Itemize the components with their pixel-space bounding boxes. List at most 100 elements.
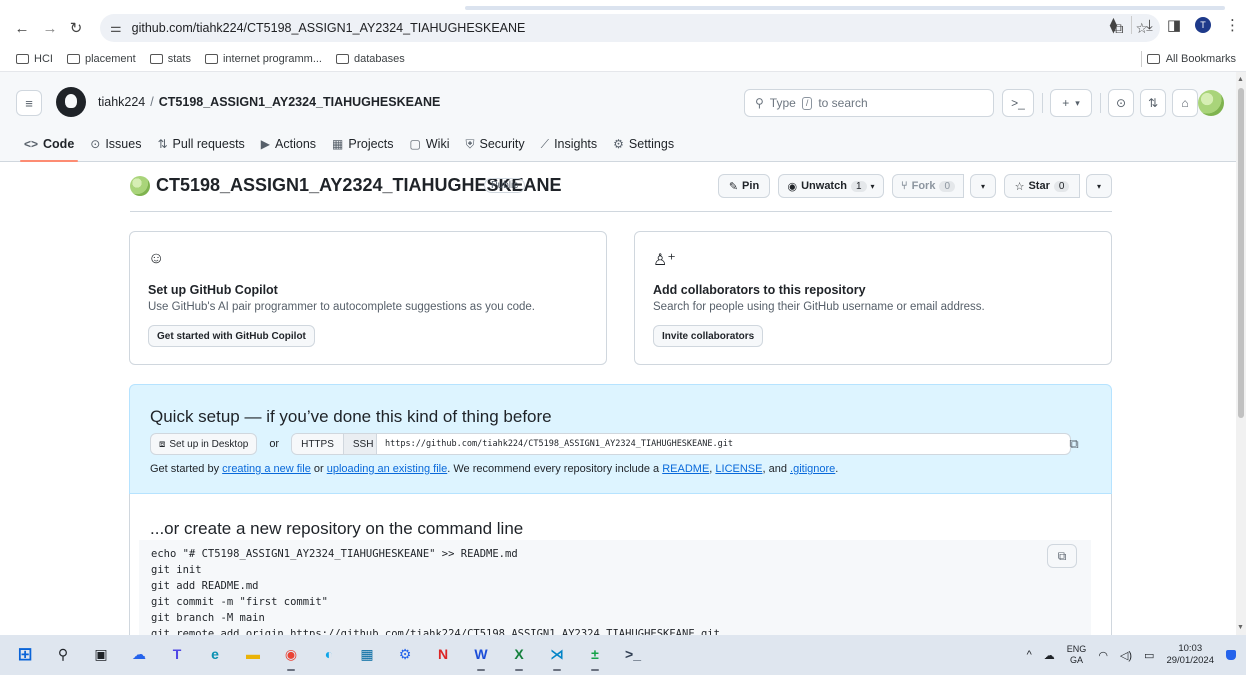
- site-settings-icon[interactable]: ⚌: [110, 20, 122, 36]
- protocol-toggle: HTTPS SSH: [291, 433, 384, 455]
- file-explorer-icon[interactable]: ▬: [240, 641, 266, 667]
- unwatch-button[interactable]: ◉ Unwatch 1 ▾: [778, 174, 884, 198]
- tab-pull-requests[interactable]: ⇅ Pull requests: [149, 128, 252, 160]
- breadcrumb-repo[interactable]: CT5198_ASSIGN1_AY2324_TIAHUGHESKEANE: [159, 95, 441, 109]
- word-icon[interactable]: W: [468, 641, 494, 671]
- https-toggle[interactable]: HTTPS: [292, 434, 343, 454]
- user-avatar[interactable]: [1198, 90, 1224, 116]
- taskbar-clock[interactable]: 10:03 29/01/2024: [1166, 643, 1214, 667]
- browser-actions: ⧫ ⤓ ◨ T ⋮: [1110, 16, 1240, 34]
- control-panel-icon[interactable]: ⚙: [392, 641, 418, 667]
- scroll-down-icon[interactable]: ▼: [1237, 624, 1244, 631]
- scroll-up-icon[interactable]: ▲: [1237, 76, 1244, 83]
- bookmark-hci[interactable]: HCI: [16, 53, 53, 65]
- page-scrollbar[interactable]: ▲ ▼: [1236, 72, 1246, 635]
- breadcrumb-owner[interactable]: tiahk224: [98, 95, 145, 109]
- chrome-icon[interactable]: ◉: [278, 641, 304, 671]
- gitignore-link[interactable]: .gitignore: [790, 463, 835, 475]
- code-line: git remote add origin https://github.com…: [151, 628, 720, 635]
- fork-dropdown[interactable]: ▾: [970, 174, 996, 198]
- address-bar[interactable]: ⚌ github.com/tiahk224/CT5198_ASSIGN1_AY2…: [100, 14, 1160, 42]
- star-count: 0: [1053, 180, 1070, 192]
- github-logo-icon[interactable]: [56, 87, 86, 117]
- license-link[interactable]: LICENSE: [715, 463, 762, 475]
- language-indicator[interactable]: ENG GA: [1067, 644, 1087, 666]
- pull-requests-icon[interactable]: ⇅: [1140, 89, 1166, 117]
- bookmark-label: databases: [354, 52, 405, 65]
- tab-wiki[interactable]: ▢ Wiki: [402, 128, 458, 160]
- bookmark-internet-programming[interactable]: internet programm...: [204, 52, 322, 65]
- readme-link[interactable]: README: [662, 463, 709, 475]
- task-view-icon[interactable]: ▣: [88, 641, 114, 667]
- tray-overflow-icon[interactable]: ^: [1027, 649, 1032, 661]
- tab-settings[interactable]: ⚙ Settings: [605, 128, 682, 160]
- create-new-button[interactable]: + ▾: [1050, 89, 1092, 117]
- bookmark-stats[interactable]: stats: [149, 53, 191, 65]
- bookmark-placement[interactable]: placement: [66, 53, 136, 65]
- copy-code-icon[interactable]: ⧉: [1047, 544, 1077, 568]
- invite-collaborators-button[interactable]: Invite collaborators: [653, 325, 764, 347]
- keyboard-layout: GA: [1070, 655, 1084, 665]
- get-started-copilot-button[interactable]: Get started with GitHub Copilot: [148, 325, 315, 347]
- tab-label: Issues: [105, 137, 142, 151]
- copy-url-icon[interactable]: ⧉: [1060, 432, 1088, 456]
- star-label: Star: [1028, 180, 1050, 192]
- toolbar-divider: [1131, 16, 1133, 34]
- netflix-icon[interactable]: N: [430, 641, 456, 667]
- teams-icon[interactable]: T: [164, 641, 190, 667]
- bookmark-databases[interactable]: databases: [336, 53, 405, 65]
- tab-actions[interactable]: ▶ Actions: [253, 128, 324, 160]
- windows-start-icon[interactable]: ⊞: [12, 641, 38, 667]
- back-arrow-icon[interactable]: ←: [10, 16, 34, 40]
- create-new-file-link[interactable]: creating a new file: [222, 463, 311, 475]
- play-icon: ▶: [260, 137, 271, 151]
- caret-down-icon: ▾: [870, 181, 875, 191]
- edge-browser-icon[interactable]: ◐: [316, 641, 342, 667]
- browser-menu-icon[interactable]: ⋮: [1225, 16, 1240, 34]
- notification-bell-icon[interactable]: [1226, 650, 1236, 660]
- graph-icon: ⟋: [540, 136, 550, 151]
- git-icon[interactable]: ±: [582, 641, 608, 671]
- edge-icon[interactable]: e: [202, 641, 228, 667]
- upload-file-link[interactable]: uploading an existing file: [327, 463, 447, 475]
- wifi-icon[interactable]: ◠: [1098, 649, 1108, 662]
- scrollbar-thumb[interactable]: [1238, 88, 1244, 418]
- code-line: echo "# CT5198_ASSIGN1_AY2324_TIAHUGHESK…: [151, 548, 518, 560]
- tab-security[interactable]: ⛨ Security: [457, 128, 532, 160]
- search-icon[interactable]: ⚲: [50, 641, 76, 667]
- tab-projects[interactable]: ▦ Projects: [324, 128, 402, 160]
- search-input[interactable]: ⚲ Type / to search: [744, 89, 994, 117]
- onedrive-icon[interactable]: ☁: [1044, 649, 1055, 662]
- star-dropdown[interactable]: ▾: [1086, 174, 1112, 198]
- hamburger-menu-icon[interactable]: ≡: [16, 90, 42, 116]
- reload-icon[interactable]: ↻: [64, 16, 88, 40]
- setup-desktop-button[interactable]: ⧈ Set up in Desktop: [150, 433, 258, 455]
- side-panel-icon[interactable]: ◨: [1167, 16, 1181, 34]
- tab-insights[interactable]: ⟋ Insights: [533, 128, 606, 160]
- tab-code[interactable]: <> Code: [16, 128, 82, 162]
- command-palette-icon[interactable]: >_: [1002, 89, 1034, 117]
- weather-widget-icon[interactable]: ☁: [126, 641, 152, 667]
- star-button[interactable]: ☆ Star 0: [1004, 174, 1080, 198]
- extensions-icon[interactable]: ⧫: [1110, 16, 1117, 34]
- tab-issues[interactable]: ⊙ Issues: [82, 128, 149, 160]
- code-line: git branch -M main: [151, 612, 265, 624]
- issues-icon[interactable]: ⊙: [1108, 89, 1134, 117]
- store-icon[interactable]: ▦: [354, 641, 380, 667]
- fork-button[interactable]: ⑂ Fork 0: [892, 174, 964, 198]
- forward-arrow-icon[interactable]: →: [38, 16, 62, 40]
- profile-avatar[interactable]: T: [1195, 17, 1211, 33]
- battery-icon[interactable]: ▭: [1144, 649, 1154, 662]
- all-bookmarks-button[interactable]: All Bookmarks: [1146, 46, 1236, 72]
- folder-icon: [149, 53, 163, 64]
- volume-icon[interactable]: ◁): [1120, 649, 1132, 662]
- clone-url-field[interactable]: https://github.com/tiahk224/CT5198_ASSIG…: [376, 433, 1071, 455]
- bookmark-label: internet programm...: [222, 52, 322, 65]
- excel-icon[interactable]: X: [506, 641, 532, 671]
- terminal-icon[interactable]: >_: [620, 641, 646, 667]
- pin-button[interactable]: ✎ Pin: [718, 174, 770, 198]
- vscode-icon[interactable]: ⋊: [544, 641, 570, 671]
- tab-label: Projects: [348, 137, 394, 151]
- inbox-icon[interactable]: ⌂: [1172, 89, 1198, 117]
- downloads-icon[interactable]: ⤓: [1146, 17, 1153, 34]
